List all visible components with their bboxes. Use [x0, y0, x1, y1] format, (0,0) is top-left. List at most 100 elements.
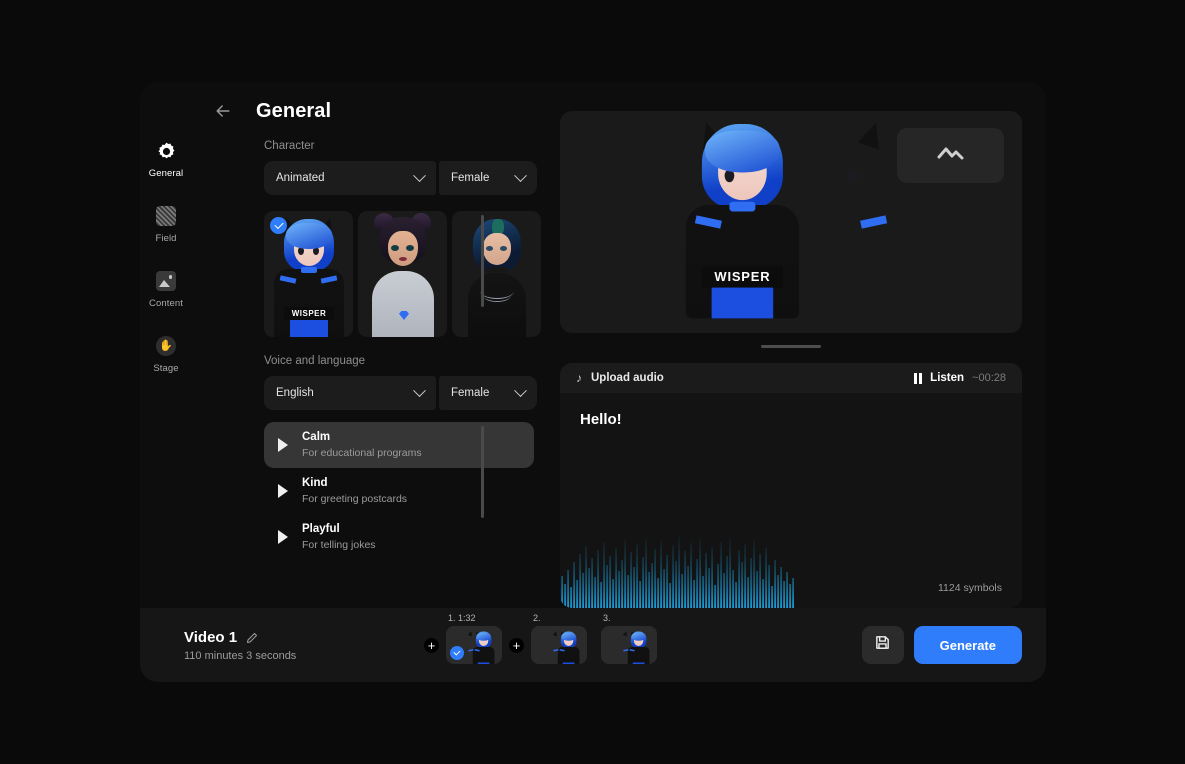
audio-duration: ~00:28 [972, 372, 1006, 384]
voice-gender-select[interactable]: Female [439, 376, 537, 410]
preview-panel: WISPER ♪ Upload audio Listen ~00:28 Hell… [548, 82, 1046, 608]
pause-icon[interactable] [913, 372, 923, 384]
voice-dropdowns: English Female [198, 376, 548, 410]
preview-resize-handle[interactable] [560, 341, 1022, 351]
music-note-icon: ♪ [576, 371, 582, 385]
chevron-down-icon [413, 383, 426, 397]
clip-strip: + 1. 1:32 + 2. 3. [424, 613, 862, 664]
character-thumbnail-list: WISPER [198, 211, 548, 337]
character-thumbnail[interactable]: WISPER [264, 211, 353, 337]
mountain-icon [936, 143, 966, 168]
character-style-select[interactable]: Animated [264, 161, 436, 195]
panel-header: General [198, 82, 548, 140]
clip-label: 3. [603, 613, 611, 623]
sidebar-item-stage[interactable]: ✋ Stage [143, 335, 189, 374]
clip-thumbnail[interactable] [531, 626, 587, 664]
chevron-down-icon [514, 383, 527, 397]
thumbnail-scrollbar[interactable] [481, 215, 484, 307]
voice-option-name: Playful [302, 523, 340, 536]
play-icon[interactable] [278, 438, 288, 452]
clip-item: 2. [531, 613, 587, 664]
dark-bob-avatar [452, 211, 541, 337]
sidebar-item-general[interactable]: General [143, 140, 189, 179]
clip-avatar [622, 629, 650, 664]
listen-label: Listen [930, 372, 965, 384]
symbols-counter: 1124 symbols [937, 582, 1002, 594]
image-icon [155, 270, 177, 292]
hatch-pattern-icon [155, 205, 177, 227]
sidebar-item-field[interactable]: Field [143, 205, 189, 244]
clip-avatar [467, 629, 495, 664]
avatar-preview: WISPER [560, 111, 1022, 333]
audio-panel: ♪ Upload audio Listen ~00:28 Hello! 1124… [560, 363, 1022, 608]
selected-check-icon [270, 217, 287, 234]
clip-avatar [552, 629, 580, 664]
clip-item: 3. [601, 613, 657, 664]
avatar-shirt-text: WISPER [284, 307, 334, 320]
background-button[interactable] [897, 128, 1004, 183]
floppy-disk-icon [874, 634, 891, 656]
clip-item: 1. 1:32 [446, 613, 502, 664]
character-thumbnail[interactable] [358, 211, 447, 337]
clip-label: 2. [533, 613, 541, 623]
sidebar-nav: General Field Content ✋ Stage [140, 82, 192, 608]
voice-option-list: Calm For educational programs Kind For g… [198, 422, 548, 560]
voice-option-desc: For greeting postcards [302, 492, 408, 505]
preview-avatar: WISPER [670, 111, 913, 333]
voice-option-kind[interactable]: Kind For greeting postcards [264, 468, 548, 514]
gear-icon [155, 140, 177, 162]
save-button[interactable] [861, 626, 904, 664]
script-text[interactable]: Hello! [580, 411, 1002, 428]
hand-icon: ✋ [155, 335, 177, 357]
clip-thumbnail[interactable] [446, 626, 502, 664]
voice-option-name: Calm [302, 431, 331, 444]
upload-audio-label: Upload audio [591, 372, 664, 384]
voice-list-scrollbar[interactable] [481, 426, 484, 518]
select-value: English [276, 387, 314, 399]
video-meta: Video 1 110 minutes 3 seconds [184, 629, 424, 662]
play-icon[interactable] [278, 530, 288, 544]
chevron-down-icon [413, 168, 426, 182]
sidebar-item-label: General [148, 168, 184, 179]
character-thumbnail[interactable] [452, 211, 541, 337]
character-dropdowns: Animated Female [198, 161, 548, 195]
window-body: General Field Content ✋ Stage General Ch… [140, 82, 1046, 608]
video-duration: 110 minutes 3 seconds [184, 649, 297, 662]
video-title-row: Video 1 [184, 629, 424, 646]
sidebar-item-content[interactable]: Content [143, 270, 189, 309]
sidebar-item-label: Content [149, 298, 183, 309]
generate-button[interactable]: Generate [913, 626, 1022, 664]
select-value: Animated [276, 172, 325, 184]
avatar-shirt-text: WISPER [701, 266, 783, 288]
character-gender-select[interactable]: Female [439, 161, 537, 195]
select-value: Female [451, 387, 490, 399]
selected-check-icon [450, 646, 464, 660]
audio-toolbar: ♪ Upload audio Listen ~00:28 [560, 363, 1022, 393]
add-clip-button[interactable]: + [424, 637, 439, 653]
play-icon[interactable] [278, 484, 288, 498]
sidebar-item-label: Stage [153, 363, 179, 374]
arrow-left-icon[interactable] [210, 98, 236, 124]
listen-control[interactable]: Listen ~00:28 [913, 372, 1006, 384]
voice-option-playful[interactable]: Playful For telling jokes [264, 514, 548, 560]
clip-label: 1. 1:32 [448, 613, 476, 623]
audio-waveform [560, 532, 796, 608]
sidebar-item-label: Field [155, 233, 177, 244]
select-value: Female [451, 172, 490, 184]
character-section-label: Character [264, 140, 315, 152]
voice-option-name: Kind [302, 477, 328, 490]
pencil-icon[interactable] [246, 631, 258, 644]
voice-section-label: Voice and language [264, 355, 366, 367]
clip-thumbnail[interactable] [601, 626, 657, 664]
voice-option-calm[interactable]: Calm For educational programs [264, 422, 534, 468]
toolbar-actions: Generate [861, 626, 1022, 664]
settings-panel: General Character Animated Female WISPER… [192, 82, 548, 608]
add-clip-button[interactable]: + [509, 637, 524, 653]
voice-language-select[interactable]: English [264, 376, 436, 410]
upload-audio-button[interactable]: ♪ Upload audio [576, 372, 664, 384]
chevron-down-icon [514, 168, 527, 182]
voice-section: Voice and language English Female Calm F… [198, 355, 548, 560]
audio-body: Hello! 1124 symbols [560, 393, 1022, 608]
tan-buns-avatar [358, 211, 447, 337]
voice-option-desc: For educational programs [302, 446, 422, 459]
